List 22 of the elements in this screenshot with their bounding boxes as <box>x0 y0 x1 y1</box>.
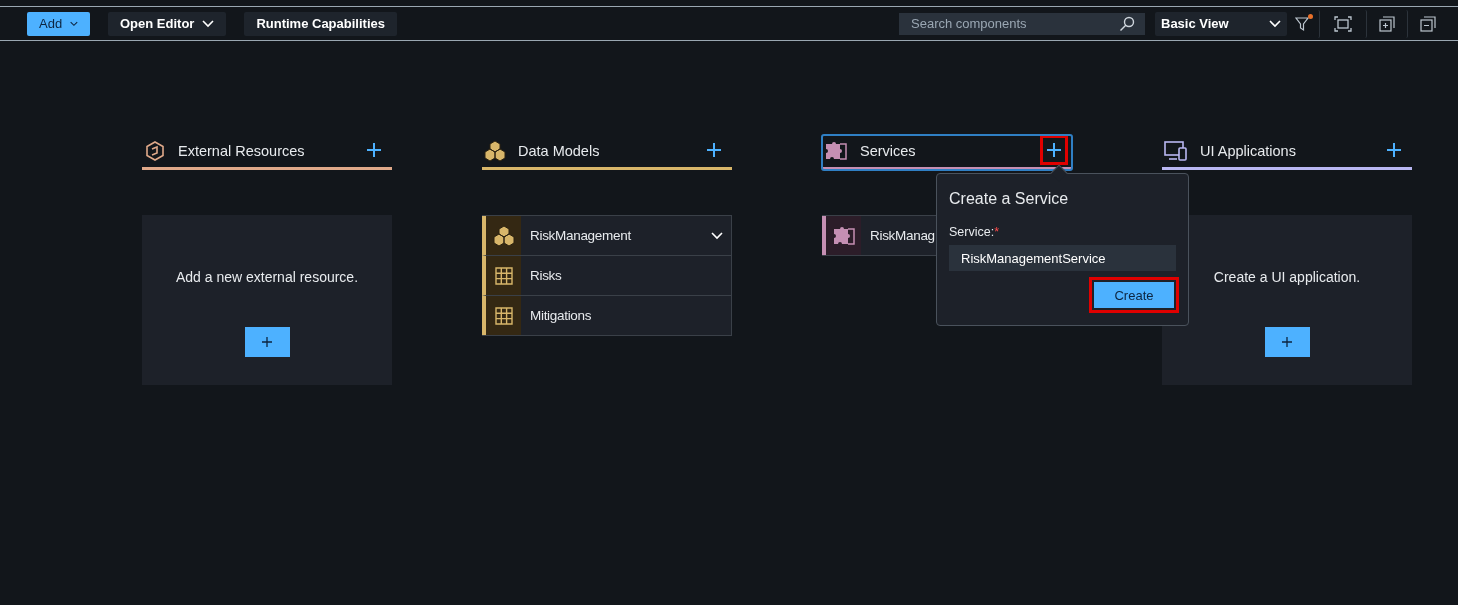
column-title: UI Applications <box>1200 143 1297 159</box>
add-button[interactable]: Add <box>27 11 90 36</box>
list-item[interactable]: Risks <box>482 256 731 296</box>
popup-title: Create a Service <box>949 190 1070 208</box>
item-label: RiskManagement <box>530 228 631 243</box>
column-title: External Resources <box>178 143 306 159</box>
list-item[interactable]: RiskManagement <box>482 216 731 256</box>
required-mark: * <box>994 225 1000 239</box>
item-label: Mitigations <box>530 308 592 323</box>
view-select[interactable]: Basic View <box>1155 11 1287 36</box>
empty-message: Add a new external resource. <box>175 269 359 285</box>
runtime-capabilities-button[interactable]: Runtime Capabilities <box>244 11 397 36</box>
service-name-field[interactable]: RiskManagementService <box>949 245 1176 271</box>
search-field[interactable]: Search components <box>899 12 1145 35</box>
item-label: Risks <box>530 268 562 283</box>
empty-message: Create a UI application. <box>1213 269 1361 285</box>
column-title: Services <box>860 143 917 159</box>
field-label: Service:* <box>949 225 1000 239</box>
open-editor-button[interactable]: Open Editor <box>108 11 227 36</box>
column-title: Data Models <box>518 143 601 159</box>
item-label: RiskManag <box>870 228 935 243</box>
create-button[interactable]: Create <box>1089 277 1179 313</box>
